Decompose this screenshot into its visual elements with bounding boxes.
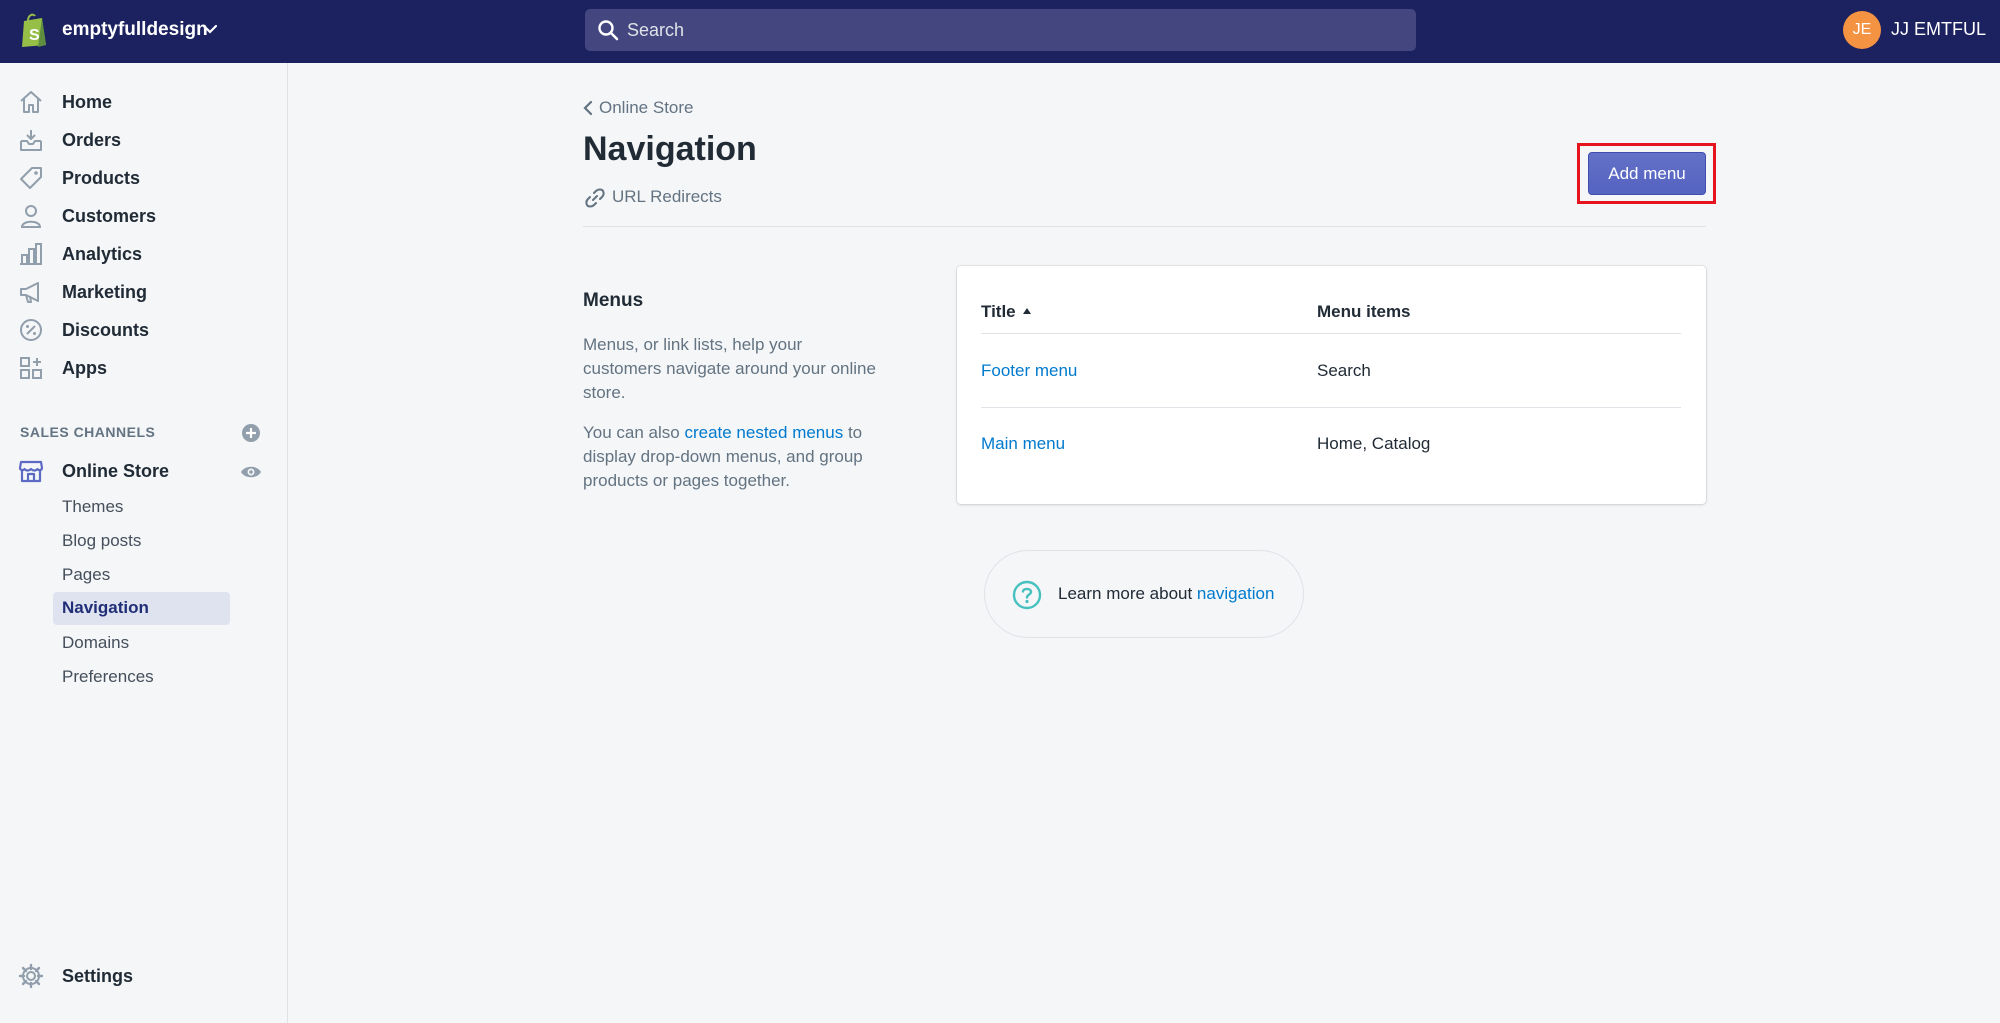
breadcrumb-label: Online Store xyxy=(599,98,694,117)
search-icon xyxy=(598,20,619,41)
orders-icon xyxy=(20,130,42,151)
eye-icon[interactable] xyxy=(240,464,262,480)
search-input[interactable] xyxy=(627,9,1387,51)
menu-items-cell: Search xyxy=(1317,361,1371,380)
sidebar-item-orders[interactable]: Orders xyxy=(0,121,288,159)
gear-icon xyxy=(18,963,44,989)
sidebar-subitem-domains[interactable]: Domains xyxy=(62,633,129,653)
navigation-help-link[interactable]: navigation xyxy=(1197,584,1275,603)
sidebar-item-label: Marketing xyxy=(62,282,148,302)
sidebar-subitem-pages[interactable]: Pages xyxy=(62,565,110,585)
menus-description: Menus, or link lists, help your customer… xyxy=(583,335,876,402)
tag-icon xyxy=(20,167,42,189)
sidebar-item-marketing[interactable]: Marketing xyxy=(0,273,288,311)
sidebar-subitem-preferences[interactable]: Preferences xyxy=(62,667,154,687)
sidebar-item-customers[interactable]: Customers xyxy=(0,197,288,235)
sidebar-item-discounts[interactable]: Discounts xyxy=(0,311,288,349)
store-name[interactable]: emptyfulldesign xyxy=(62,19,208,41)
sidebar-item-home[interactable]: Home xyxy=(0,83,288,121)
sidebar-item-label: Apps xyxy=(62,358,107,378)
sidebar-item-label: Orders xyxy=(62,130,122,150)
learn-more-callout: Learn more about navigation xyxy=(984,550,1304,638)
user-name[interactable]: JJ EMTFUL xyxy=(1891,19,1986,40)
sidebar-item-analytics[interactable]: Analytics xyxy=(0,235,288,273)
learn-more-prefix: Learn more about xyxy=(1058,584,1197,603)
sidebar-item-products[interactable]: Products xyxy=(0,159,288,197)
sidebar-item-settings[interactable]: Settings xyxy=(0,957,288,995)
create-nested-menus-link[interactable]: create nested menus xyxy=(684,423,843,442)
top-bar: S emptyfulldesign JE JJ EMTFUL xyxy=(0,0,2000,63)
menu-title-link[interactable]: Footer menu xyxy=(981,361,1077,381)
divider xyxy=(583,226,1706,227)
table-divider xyxy=(981,333,1681,334)
avatar[interactable]: JE xyxy=(1843,11,1881,49)
sidebar-item-label: Products xyxy=(62,168,141,188)
page-title: Navigation xyxy=(583,130,757,168)
chevron-down-icon[interactable] xyxy=(202,22,218,36)
sidebar-item-label: Discounts xyxy=(62,320,150,340)
store-icon xyxy=(18,460,44,483)
megaphone-icon xyxy=(20,282,39,303)
svg-text:S: S xyxy=(29,27,40,44)
sidebar-subitem-navigation[interactable]: Navigation xyxy=(53,592,230,625)
sidebar: Home Orders Products Customers Analytics… xyxy=(0,63,288,1023)
url-redirects-label: URL Redirects xyxy=(612,187,722,206)
column-header-menu-items: Menu items xyxy=(1317,302,1411,321)
person-icon xyxy=(20,205,42,228)
menu-items-cell: Home, Catalog xyxy=(1317,434,1431,453)
nested-menus-description: You can also create nested menus to disp… xyxy=(583,421,883,493)
shopify-logo-icon[interactable]: S xyxy=(18,12,50,48)
table-divider xyxy=(981,407,1681,408)
search-bar[interactable] xyxy=(585,9,1416,51)
help-circle-icon xyxy=(1012,580,1042,610)
bar-chart-icon xyxy=(20,243,42,265)
menus-heading: Menus xyxy=(583,290,644,311)
menu-title-link[interactable]: Main menu xyxy=(981,434,1065,454)
sidebar-item-label: Home xyxy=(62,92,113,112)
sidebar-subitem-themes[interactable]: Themes xyxy=(62,497,123,517)
add-sales-channel-icon[interactable] xyxy=(241,423,261,443)
link-icon xyxy=(585,188,605,208)
sidebar-item-label: Settings xyxy=(62,966,134,986)
learn-more-text: Learn more about navigation xyxy=(1058,584,1274,604)
add-menu-button[interactable]: Add menu xyxy=(1588,152,1706,195)
sidebar-item-label: Analytics xyxy=(62,244,143,264)
sidebar-item-label: Customers xyxy=(62,206,157,226)
discount-icon xyxy=(20,319,42,341)
sidebar-subitem-blog-posts[interactable]: Blog posts xyxy=(62,531,141,551)
column-header-title[interactable]: Title xyxy=(981,302,1016,322)
sidebar-item-label: Online Store xyxy=(62,461,170,481)
nested-prefix: You can also xyxy=(583,423,685,442)
sidebar-item-apps[interactable]: Apps xyxy=(0,349,288,387)
chevron-left-icon xyxy=(583,101,593,115)
sort-ascending-icon[interactable] xyxy=(1022,307,1032,315)
apps-icon xyxy=(20,357,42,379)
home-icon xyxy=(20,91,42,113)
sales-channels-heading: SALES CHANNELS xyxy=(20,424,156,440)
